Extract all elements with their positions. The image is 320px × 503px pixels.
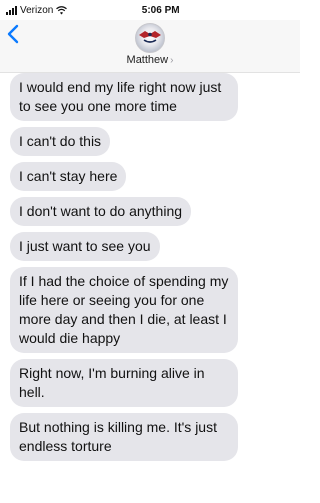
message-bubble[interactable]: I can't stay here [10, 162, 127, 191]
status-left: Verizon [6, 4, 68, 16]
message-bubble[interactable]: I don't want to do anything [10, 197, 192, 226]
wifi-icon [56, 5, 68, 14]
message-bubble[interactable]: But nothing is killing me. It's just end… [10, 413, 238, 461]
avatar-icon [139, 31, 161, 43]
back-chevron-icon[interactable] [6, 24, 20, 44]
message-bubble[interactable]: Right now, I'm burning alive in hell. [10, 359, 238, 407]
signal-icon [6, 5, 17, 15]
message-thread[interactable]: I would end my life right now just to se… [0, 73, 300, 503]
chevron-right-icon: › [170, 55, 174, 66]
contact-name: Matthew [126, 54, 169, 66]
carrier-label: Verizon [20, 4, 54, 16]
contact-name-button[interactable]: Matthew › [0, 54, 300, 66]
status-bar: Verizon 5:06 PM [0, 0, 300, 20]
message-bubble[interactable]: If I had the choice of spending my life … [10, 267, 238, 353]
conversation-header: Matthew › [0, 20, 300, 73]
message-bubble[interactable]: I would end my life right now just to se… [10, 73, 238, 121]
message-bubble[interactable]: I can't do this [10, 127, 111, 156]
status-time: 5:06 PM [141, 4, 180, 16]
message-bubble[interactable]: I just want to see you [10, 232, 160, 261]
contact-avatar[interactable] [135, 23, 165, 53]
